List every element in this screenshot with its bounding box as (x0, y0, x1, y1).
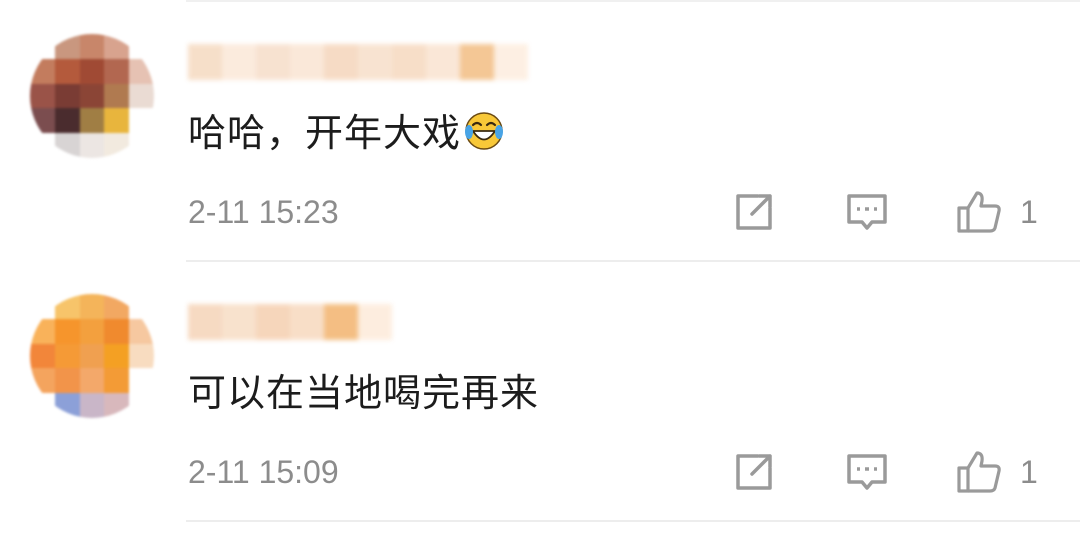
reply-icon[interactable] (843, 188, 891, 236)
comment-text: 哈哈，开年大戏 (188, 108, 505, 158)
like-count: 1 (1020, 454, 1038, 490)
comment-text-content: 哈哈，开年大戏 (188, 111, 462, 155)
comment-item: 可以在当地喝完再来 2-11 15:09 1 (0, 262, 1080, 522)
reply-icon[interactable] (843, 448, 891, 496)
like-icon[interactable] (955, 448, 1003, 496)
comment-time: 2-11 15:23 (188, 194, 339, 230)
share-icon[interactable] (730, 448, 778, 496)
share-icon[interactable] (730, 188, 778, 236)
laugh-cry-emoji (465, 112, 504, 150)
username[interactable] (188, 44, 528, 80)
comment-text: 可以在当地喝完再来 (188, 371, 540, 415)
comment-time: 2-11 15:09 (188, 454, 339, 490)
like-count: 1 (1020, 194, 1038, 230)
avatar[interactable] (30, 34, 154, 158)
comment-item: 哈哈，开年大戏 2-11 15:23 1 (0, 2, 1080, 262)
username[interactable] (188, 304, 392, 340)
like-icon[interactable] (955, 188, 1003, 236)
row-divider (186, 520, 1080, 522)
avatar[interactable] (30, 294, 154, 418)
